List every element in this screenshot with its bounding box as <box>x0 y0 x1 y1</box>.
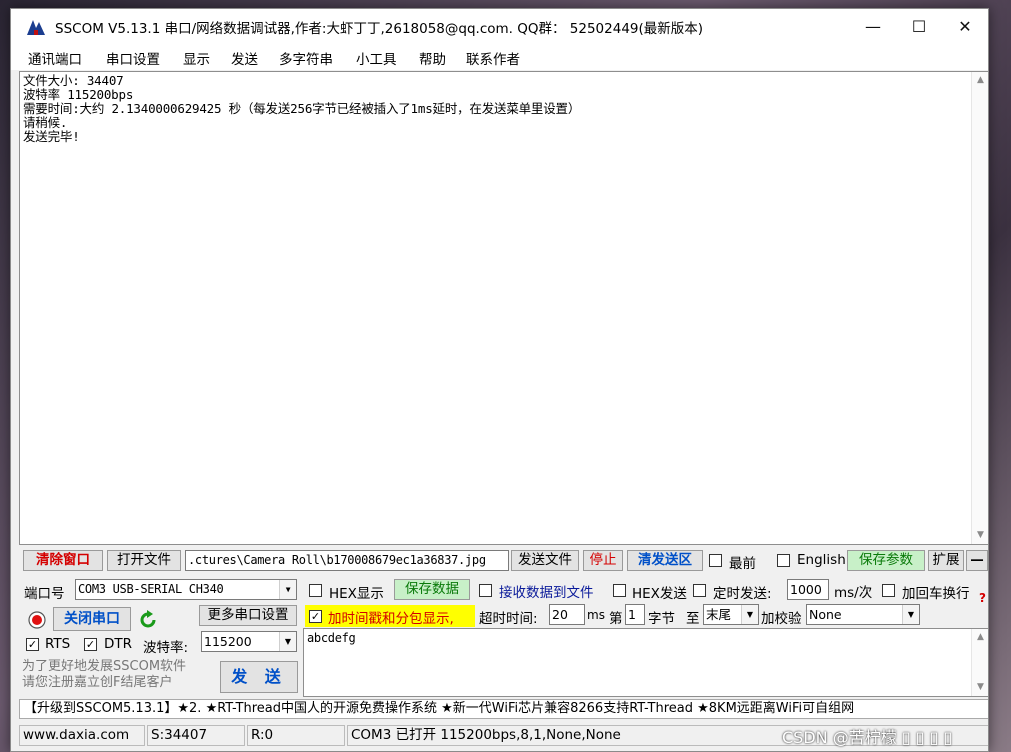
to-label: 至 <box>686 611 700 627</box>
hex-send-checkbox[interactable] <box>613 584 626 597</box>
english-label: English <box>797 552 846 568</box>
port-label: 端口号 <box>24 586 65 602</box>
receive-text: 文件大小: 34407 波特率 115200bps 需要时间:大约 2.1340… <box>23 73 581 144</box>
save-params-button[interactable]: 保存参数 <box>847 550 925 571</box>
status-sent-count: S:34407 <box>147 725 245 746</box>
help-icon[interactable]: ? <box>979 591 986 605</box>
close-button[interactable]: ✕ <box>942 9 988 44</box>
promo-text: 为了更好地发展SSCOM软件 请您注册嘉立创F结尾客户 <box>22 659 186 691</box>
timeout-label: 超时时间: <box>479 611 538 627</box>
menu-tools[interactable]: 小工具 <box>356 48 397 68</box>
close-port-button[interactable]: 关闭串口 <box>53 607 131 631</box>
scroll-up-icon[interactable]: ▲ <box>972 72 988 89</box>
status-received-count: R:0 <box>247 725 345 746</box>
menu-send[interactable]: 发送 <box>231 48 258 68</box>
send-button[interactable]: 发 送 <box>220 661 298 693</box>
timeout-input[interactable]: 20 <box>549 604 585 625</box>
chevron-down-icon: ▼ <box>279 632 296 651</box>
window-title: SSCOM V5.13.1 串口/网络数据调试器,作者:大虾丁丁,2618058… <box>55 21 704 37</box>
menu-multi-string[interactable]: 多字符串 <box>279 48 333 68</box>
title-bar[interactable]: SSCOM V5.13.1 串口/网络数据调试器,作者:大虾丁丁,2618058… <box>11 9 988 44</box>
open-file-button[interactable]: 打开文件 <box>107 550 181 571</box>
port-status-icon <box>28 611 46 629</box>
interval-input[interactable]: 1000 <box>787 579 829 600</box>
menu-bar: 通讯端口 串口设置 显示 发送 多字符串 小工具 帮助 联系作者 <box>11 44 988 70</box>
hex-display-label: HEX显示 <box>329 586 384 602</box>
checksum-select[interactable]: None ▼ <box>806 604 920 625</box>
port-select[interactable]: COM3 USB-SERIAL CH340 ▼ <box>75 579 297 600</box>
clear-send-button[interactable]: 清发送区 <box>627 550 703 571</box>
end-select[interactable]: 末尾 ▼ <box>703 604 759 625</box>
menu-serial-settings[interactable]: 串口设置 <box>106 48 160 68</box>
send-scrollbar[interactable]: ▲ ▼ <box>971 629 988 696</box>
status-website[interactable]: www.daxia.com <box>19 725 145 746</box>
menu-comm-port[interactable]: 通讯端口 <box>28 48 82 68</box>
dtr-checkbox[interactable]: ✓ <box>84 638 97 651</box>
end-value: 末尾 <box>706 607 732 622</box>
byte-prefix: 第 <box>609 611 623 627</box>
checksum-label: 加校验 <box>761 611 802 627</box>
promo-line-1: 为了更好地发展SSCOM软件 <box>22 659 187 674</box>
timestamp-checkbox[interactable]: ✓ <box>309 610 322 623</box>
scroll-down-icon[interactable]: ▼ <box>972 679 988 696</box>
timed-send-checkbox[interactable] <box>693 584 706 597</box>
more-settings-button[interactable]: 更多串口设置 <box>199 605 297 626</box>
stop-button[interactable]: 停止 <box>583 550 623 571</box>
recv-to-file-label: 接收数据到文件 <box>499 585 594 601</box>
rts-label: RTS <box>45 636 71 652</box>
rts-checkbox[interactable]: ✓ <box>26 638 39 651</box>
news-ticker[interactable]: 【升级到SSCOM5.13.1】★2. ★RT-Thread中国人的开源免费操作… <box>19 699 988 719</box>
refresh-icon[interactable] <box>137 609 159 631</box>
csdn-watermark: CSDN @苦柠檬 ▯ ▯ ▯ ▯ <box>782 728 953 747</box>
timestamp-label: 加时间戳和分包显示, <box>328 611 454 627</box>
checksum-value: None <box>809 607 842 622</box>
hex-display-checkbox[interactable] <box>309 584 322 597</box>
collapse-button[interactable]: — <box>966 550 988 571</box>
file-path-input[interactable]: .ctures\Camera Roll\b170008679ec1a36837.… <box>185 550 509 571</box>
send-text-area[interactable]: abcdefg ▲ ▼ <box>303 628 988 697</box>
clear-window-button[interactable]: 清除窗口 <box>23 550 103 571</box>
chevron-down-icon: ▼ <box>279 580 296 599</box>
send-text: abcdefg <box>307 631 356 645</box>
interval-unit: ms/次 <box>834 585 873 601</box>
save-data-button[interactable]: 保存数据 <box>394 579 470 600</box>
byte-index-input[interactable]: 1 <box>625 604 645 625</box>
add-newline-checkbox[interactable] <box>882 584 895 597</box>
receive-area[interactable]: 文件大小: 34407 波特率 115200bps 需要时间:大约 2.1340… <box>19 71 988 545</box>
baud-value: 115200 <box>204 634 252 649</box>
topmost-label: 最前 <box>729 556 756 572</box>
hex-send-label: HEX发送 <box>632 586 687 602</box>
scroll-up-icon[interactable]: ▲ <box>972 629 988 646</box>
app-window: SSCOM V5.13.1 串口/网络数据调试器,作者:大虾丁丁,2618058… <box>10 8 989 752</box>
dtr-label: DTR <box>104 636 133 652</box>
timed-send-label: 定时发送: <box>713 586 772 602</box>
baud-label: 波特率: <box>143 640 189 656</box>
port-value: COM3 USB-SERIAL CH340 <box>78 582 224 596</box>
menu-contact-author[interactable]: 联系作者 <box>466 48 520 68</box>
app-logo-icon <box>26 19 46 35</box>
expand-button[interactable]: 扩展 <box>928 550 964 571</box>
maximize-button[interactable]: ☐ <box>896 9 942 44</box>
receive-scrollbar[interactable]: ▲ ▼ <box>971 72 988 544</box>
scroll-down-icon[interactable]: ▼ <box>972 527 988 544</box>
english-checkbox[interactable] <box>777 554 790 567</box>
promo-line-2: 请您注册嘉立创F结尾客户 <box>22 675 173 690</box>
send-file-button[interactable]: 发送文件 <box>511 550 579 571</box>
menu-display[interactable]: 显示 <box>183 48 210 68</box>
timeout-unit: ms <box>587 608 605 622</box>
menu-help[interactable]: 帮助 <box>419 48 446 68</box>
chevron-down-icon: ▼ <box>902 605 919 624</box>
baud-select[interactable]: 115200 ▼ <box>201 631 297 652</box>
recv-to-file-checkbox[interactable] <box>479 584 492 597</box>
topmost-checkbox[interactable] <box>709 554 722 567</box>
byte-label: 字节 <box>648 611 675 627</box>
add-newline-label: 加回车换行 <box>902 586 970 602</box>
minimize-button[interactable]: — <box>850 9 896 44</box>
chevron-down-icon: ▼ <box>741 605 758 624</box>
